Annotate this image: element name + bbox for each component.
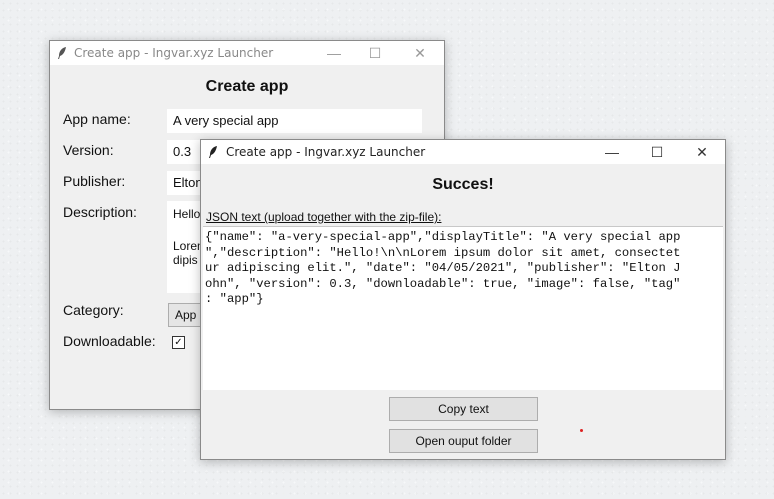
close-button[interactable]: ✕: [398, 41, 442, 65]
app-name-field[interactable]: A very special app: [167, 109, 422, 133]
publisher-label: Publisher:: [63, 173, 126, 189]
maximize-button[interactable]: ☐: [353, 41, 397, 65]
app-name-label: App name:: [63, 111, 131, 127]
title-bar[interactable]: Create app - Ingvar.xyz Launcher — ☐ ✕: [201, 140, 725, 164]
feather-icon: [209, 146, 217, 158]
json-subtitle: JSON text (upload together with the zip-…: [206, 210, 442, 224]
maximize-button[interactable]: ☐: [635, 140, 679, 164]
downloadable-label: Downloadable:: [63, 333, 156, 349]
version-label: Version:: [63, 142, 114, 158]
success-heading: Succes!: [432, 176, 494, 193]
open-output-folder-button[interactable]: Open ouput folder: [389, 429, 538, 453]
json-text-area[interactable]: {"name": "a-very-special-app","displayTi…: [203, 226, 723, 390]
close-button[interactable]: ✕: [680, 140, 724, 164]
copy-text-button[interactable]: Copy text: [389, 397, 538, 421]
window-title: Create app - Ingvar.xyz Launcher: [226, 145, 426, 159]
downloadable-checkbox[interactable]: ✓: [172, 336, 185, 349]
cursor-dot: [580, 429, 583, 432]
category-label: Category:: [63, 302, 124, 318]
success-window[interactable]: Create app - Ingvar.xyz Launcher — ☐ ✕ S…: [200, 139, 726, 460]
window-title: Create app - Ingvar.xyz Launcher: [74, 46, 274, 60]
title-bar[interactable]: Create app - Ingvar.xyz Launcher — ☐ ✕: [50, 41, 444, 65]
minimize-button[interactable]: —: [312, 41, 356, 65]
feather-icon: [58, 47, 66, 59]
description-label: Description:: [63, 204, 137, 220]
minimize-button[interactable]: —: [590, 140, 634, 164]
page-title: Create app: [205, 78, 289, 95]
